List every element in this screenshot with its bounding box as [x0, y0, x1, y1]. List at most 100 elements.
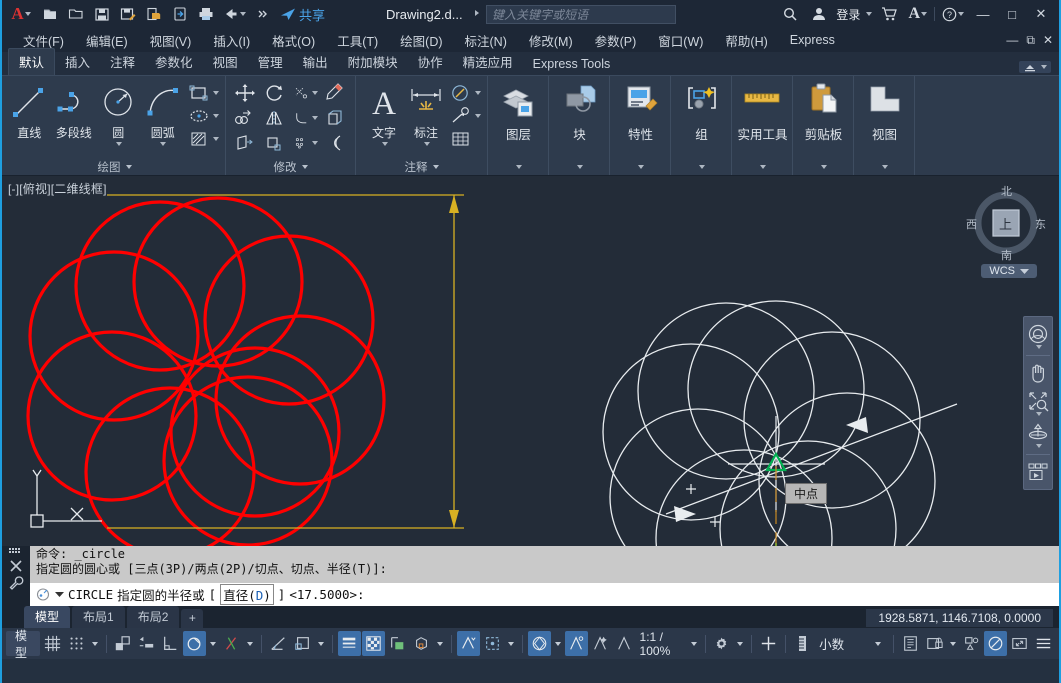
hatch-dropdown-icon[interactable] — [213, 137, 219, 141]
polar-tracking-toggle[interactable] — [135, 631, 158, 656]
clean-screen-icon[interactable] — [1008, 631, 1031, 656]
tool-rotate[interactable] — [262, 82, 290, 104]
open-file-icon[interactable] — [64, 3, 88, 25]
menu-parametric[interactable]: 参数(P) — [584, 28, 648, 53]
dynamic-input-toggle[interactable] — [291, 631, 314, 656]
ribbon-tab-home[interactable]: 默认 — [8, 48, 55, 75]
search-input[interactable]: 键入关键字或短语 — [486, 5, 676, 24]
ribbon-minimize-button[interactable] — [1019, 61, 1051, 73]
plot-icon[interactable] — [194, 3, 218, 25]
account-icon[interactable] — [807, 3, 831, 25]
document-dropdown-icon[interactable] — [472, 7, 482, 21]
save-icon[interactable] — [90, 3, 114, 25]
add-layout-button[interactable]: + — [181, 609, 203, 628]
tool-dimension[interactable]: 标注 — [406, 80, 446, 146]
tool-array[interactable] — [292, 132, 320, 154]
panel-properties-expand[interactable] — [610, 158, 670, 175]
share-icon[interactable]: 共享 — [276, 3, 328, 25]
viewcube[interactable]: 北 南 西 东 上 — [968, 185, 1044, 261]
tool-mirror[interactable] — [262, 107, 290, 129]
tool-line[interactable]: 直线 — [8, 80, 51, 141]
redo-icon[interactable] — [250, 3, 274, 25]
text-dropdown-icon[interactable] — [382, 142, 388, 146]
isometric-drafting-toggle[interactable] — [159, 631, 182, 656]
3d-object-snap-toggle[interactable] — [410, 631, 433, 656]
scale-dropdown-icon[interactable] — [688, 631, 700, 656]
annotation-scale-icon[interactable] — [565, 631, 588, 656]
tool-move[interactable] — [232, 82, 260, 104]
ellipse-dropdown-icon[interactable] — [213, 114, 219, 118]
ucs-selector[interactable]: WCS — [981, 264, 1037, 278]
gear-icon[interactable] — [710, 631, 733, 656]
panel-view-expand[interactable] — [854, 158, 914, 175]
login-label[interactable]: 登录 — [836, 6, 860, 23]
tool-erase[interactable] — [322, 82, 350, 104]
leader-dropdown-icon[interactable] — [475, 114, 481, 118]
hardware-acceleration-icon[interactable] — [984, 631, 1007, 656]
tool-copy[interactable] — [232, 107, 260, 129]
quick-properties-icon[interactable] — [899, 631, 922, 656]
ribbon-tab-featured[interactable]: 精选应用 — [453, 49, 523, 75]
dimension-dropdown-icon[interactable] — [424, 142, 430, 146]
tool-clipboard[interactable]: 剪贴板 — [793, 76, 854, 158]
minimize-button[interactable]: — — [971, 4, 995, 24]
tool-hatch[interactable] — [186, 128, 221, 150]
lineweight-toggle[interactable] — [338, 631, 361, 656]
array-dropdown-icon[interactable] — [312, 141, 318, 145]
viewcube-west-label[interactable]: 西 — [966, 216, 977, 232]
doc-restore-button[interactable]: ⧉ — [1026, 33, 1035, 48]
units-dropdown-icon[interactable] — [868, 631, 888, 656]
menu-modify[interactable]: 修改(M) — [518, 28, 584, 53]
tool-trim[interactable] — [292, 82, 320, 104]
open-from-web-icon[interactable] — [142, 3, 166, 25]
tool-properties[interactable]: 特性 — [610, 76, 671, 158]
snap-mode-toggle[interactable] — [65, 631, 88, 656]
account-dropdown-icon[interactable] — [866, 12, 872, 16]
object-snap-toggle[interactable] — [183, 631, 206, 656]
autoscale-dropdown-icon[interactable] — [505, 631, 517, 656]
rectangle-dropdown-icon[interactable] — [213, 91, 219, 95]
zoom-extents-icon[interactable] — [1025, 388, 1051, 418]
workspace-switching-icon[interactable] — [528, 631, 551, 656]
orbit-dropdown-icon[interactable] — [1036, 444, 1042, 448]
3d-osnap-dropdown-icon[interactable] — [434, 631, 446, 656]
dimension-style-dropdown-icon[interactable] — [475, 91, 481, 95]
tool-leader[interactable] — [448, 105, 483, 127]
search-icon[interactable] — [778, 3, 802, 25]
annotation-visibility-toggle[interactable] — [457, 631, 480, 656]
object-snap-tracking-toggle[interactable] — [220, 631, 243, 656]
tool-rectangle[interactable] — [186, 82, 221, 104]
tool-arc[interactable]: 圆弧 — [142, 80, 185, 146]
tool-block[interactable]: 块 — [549, 76, 610, 158]
menu-help[interactable]: 帮助(H) — [714, 28, 778, 53]
panel-clipboard-expand[interactable] — [793, 158, 853, 175]
viewcube-top-label[interactable]: 上 — [999, 214, 1012, 233]
layout-tab-model[interactable]: 模型 — [24, 606, 70, 628]
command-line-grip[interactable] — [2, 546, 30, 606]
ribbon-tab-manage[interactable]: 管理 — [248, 49, 293, 75]
doc-minimize-button[interactable]: — — [1006, 33, 1018, 48]
coordinate-display[interactable]: 1928.5871, 1146.7108, 0.0000 — [866, 609, 1053, 627]
app-menu-icon[interactable]: A — [6, 3, 36, 25]
layout-tab-layout2[interactable]: 布局2 — [127, 606, 180, 628]
annotation-monitor-icon[interactable] — [589, 631, 612, 656]
dynamic-input-dropdown-icon[interactable] — [315, 631, 327, 656]
circle-dropdown-icon[interactable] — [116, 142, 122, 146]
showmotion-icon[interactable] — [1025, 459, 1051, 485]
tool-utilities[interactable]: 实用工具 — [732, 76, 793, 158]
tool-dimension-style[interactable] — [448, 82, 483, 104]
orbit-icon[interactable] — [1025, 420, 1051, 450]
help-icon[interactable]: ? — [940, 3, 966, 25]
tool-offset[interactable] — [322, 132, 350, 154]
panel-modify-title[interactable]: 修改 — [226, 158, 355, 175]
snap-dropdown-icon[interactable] — [89, 631, 101, 656]
panel-block-expand[interactable] — [549, 158, 609, 175]
graphics-performance-icon[interactable] — [960, 631, 983, 656]
annotation-visibility-person-icon[interactable] — [613, 631, 636, 656]
fillet-dropdown-icon[interactable] — [312, 116, 318, 120]
save-to-web-icon[interactable] — [168, 3, 192, 25]
tool-fillet[interactable] — [292, 107, 320, 129]
close-button[interactable]: ✕ — [1029, 4, 1053, 24]
viewcube-south-label[interactable]: 南 — [1001, 247, 1012, 263]
isolate-dropdown-icon[interactable] — [947, 631, 959, 656]
